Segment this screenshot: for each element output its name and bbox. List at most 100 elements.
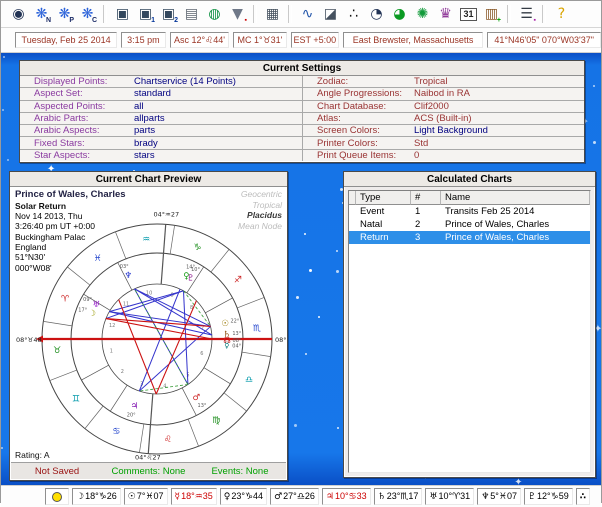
settings-row: Star Aspects:starsPrint Queue Items:0 bbox=[20, 150, 584, 161]
svg-text:♉: ♉ bbox=[53, 346, 61, 356]
setting-label: Star Aspects: bbox=[20, 150, 134, 161]
wheel-composite-icon[interactable]: ❋C bbox=[76, 4, 99, 25]
settings-row: Fixed Stars:bradyPrinter Colors:Std bbox=[20, 137, 584, 149]
chart-info-lines: Nov 14 2013, Thu3:26:40 pm UT +0:00Bucki… bbox=[15, 211, 126, 273]
settings-row: Aspected Points:allChart Database:Clif20… bbox=[20, 101, 584, 113]
setting-value[interactable]: parts bbox=[134, 125, 302, 136]
svg-text:♇: ♇ bbox=[187, 274, 195, 284]
setting-value[interactable]: standard bbox=[134, 88, 302, 99]
setting-value[interactable]: Clif2000 bbox=[414, 101, 584, 112]
svg-text:10°: 10° bbox=[191, 267, 200, 273]
view-screen-icon[interactable]: ▣ bbox=[111, 4, 134, 25]
setting-value[interactable]: all bbox=[134, 101, 302, 112]
calendar-icon[interactable]: 31 bbox=[457, 4, 480, 25]
nodes-icon[interactable]: ∴ bbox=[342, 4, 365, 25]
wheel-natal-icon[interactable]: ❋N bbox=[30, 4, 53, 25]
planet-glyph: ♇ bbox=[528, 492, 536, 502]
setting-value[interactable]: ACS (Built-in) bbox=[414, 113, 584, 124]
position-cell: ♀23°♑44 bbox=[220, 488, 267, 505]
setting-value[interactable]: brady bbox=[134, 138, 302, 149]
svg-text:☊: ☊ bbox=[223, 336, 231, 346]
status-location: East Brewster, Massachusetts bbox=[343, 32, 484, 48]
wizard-icon: ♛ bbox=[439, 6, 452, 22]
saved-status: Not Saved bbox=[11, 466, 103, 477]
setting-value[interactable]: 0 bbox=[414, 150, 584, 161]
wheel-progressed-icon[interactable]: ❋P bbox=[53, 4, 76, 25]
position-text: 5°♓07 bbox=[490, 491, 517, 502]
setting-value[interactable]: stars bbox=[134, 150, 302, 161]
preview-panel-title: Current Chart Preview bbox=[10, 172, 287, 187]
setting-label: Printer Colors: bbox=[302, 137, 414, 148]
screen-1-icon[interactable]: ▣1 bbox=[134, 4, 157, 25]
basket-add-icon[interactable]: ▥+ bbox=[480, 4, 503, 25]
planet-glyph: ♅ bbox=[429, 492, 437, 502]
svg-text:♊: ♊ bbox=[72, 394, 80, 404]
setting-value[interactable]: Tropical bbox=[414, 76, 584, 87]
planet-glyph: ♂ bbox=[274, 492, 282, 502]
svg-text:12: 12 bbox=[109, 323, 115, 329]
chart-list-row[interactable]: Event1Transits Feb 25 2014 bbox=[349, 205, 590, 218]
search-time-icon[interactable]: ◔ bbox=[365, 4, 388, 25]
status-midheaven: MC 1°♉31' bbox=[233, 32, 286, 48]
screen-2-icon[interactable]: ▣2 bbox=[157, 4, 180, 25]
wizard-icon[interactable]: ♛ bbox=[434, 4, 457, 25]
electional-clock-icon: ◕ bbox=[393, 6, 405, 22]
electional-clock-icon[interactable]: ◕ bbox=[388, 4, 411, 25]
chart-list-row[interactable]: Return3Prince of Wales, Charles bbox=[349, 231, 590, 244]
help-icon[interactable]: ? bbox=[550, 4, 573, 25]
status-time: 3:15 pm bbox=[121, 32, 165, 48]
column-header-type[interactable]: Type bbox=[356, 191, 411, 205]
setting-value[interactable]: Light Background bbox=[414, 125, 584, 136]
chart-preview-panel: Current Chart Preview Prince of Wales, C… bbox=[9, 171, 288, 481]
chart-info-line: 51°N30' bbox=[15, 252, 126, 262]
list-options-icon[interactable]: ☰▪ bbox=[515, 4, 538, 25]
setting-value[interactable]: Std bbox=[414, 138, 584, 149]
find-chart-icon[interactable]: ◉ bbox=[7, 4, 30, 25]
globe-icon[interactable]: ◍ bbox=[203, 4, 226, 25]
planet-glyph: ♄ bbox=[378, 492, 386, 502]
comments-status[interactable]: Comments: None bbox=[103, 466, 194, 477]
calculated-charts-title: Calculated Charts bbox=[344, 172, 595, 187]
chart-type-cell: Natal bbox=[356, 219, 411, 230]
current-settings-panel: Current Settings Displayed Points:Charts… bbox=[19, 60, 585, 163]
column-gutter[interactable] bbox=[349, 191, 356, 205]
printer-icon[interactable]: ▤ bbox=[180, 4, 203, 25]
chart-name: Prince of Wales, Charles bbox=[15, 189, 126, 201]
position-cell: ♂27°♎26 bbox=[270, 488, 319, 505]
list-rows: Event1Transits Feb 25 2014Natal2Prince o… bbox=[349, 205, 590, 244]
chart-system-labels: GeocentricTropicalPlacidusMean Node bbox=[238, 189, 282, 232]
setting-value[interactable]: allparts bbox=[134, 113, 302, 124]
toolbar-separator bbox=[253, 5, 257, 23]
setting-label: Aspected Points: bbox=[20, 101, 134, 112]
table-icon[interactable]: ▦ bbox=[261, 4, 284, 25]
settings-panel-title: Current Settings bbox=[20, 61, 584, 76]
chart-type: Solar Return bbox=[15, 201, 126, 211]
position-cell: ♅10°♈31 bbox=[425, 488, 474, 505]
setting-value[interactable]: Chartservice (14 Points) bbox=[134, 76, 302, 87]
svg-text:08°♉48: 08°♉48 bbox=[16, 336, 42, 344]
setting-value[interactable]: Naibod in RA bbox=[414, 88, 584, 99]
color-wheel-icon: ✺ bbox=[417, 6, 429, 22]
position-text: 23°♑44 bbox=[231, 491, 263, 502]
column-header-name[interactable]: Name bbox=[441, 191, 590, 205]
filter-icon[interactable]: ▼▪ bbox=[226, 4, 249, 25]
calculated-charts-list[interactable]: Type#Name Event1Transits Feb 25 2014Nata… bbox=[348, 190, 591, 473]
planet-glyph: ♆ bbox=[481, 492, 489, 502]
line-graph-icon[interactable]: ◪ bbox=[319, 4, 342, 25]
chart-list-row[interactable]: Natal2Prince of Wales, Charles bbox=[349, 218, 590, 231]
calculated-charts-panel: Calculated Charts Type#Name Event1Transi… bbox=[343, 171, 596, 478]
chart-rating: Rating: A bbox=[15, 450, 50, 460]
chart-name-cell: Prince of Wales, Charles bbox=[441, 232, 590, 243]
toolbar-separator bbox=[507, 5, 511, 23]
list-header: Type#Name bbox=[349, 191, 590, 205]
chart-preview-statusbar: Not Saved Comments: None Events: None bbox=[11, 462, 286, 479]
svg-text:13°: 13° bbox=[198, 403, 207, 409]
time-graph-icon[interactable]: ∿ bbox=[296, 4, 319, 25]
color-wheel-icon[interactable]: ✺ bbox=[411, 4, 434, 25]
column-header-#[interactable]: # bbox=[411, 191, 441, 205]
status-date: Tuesday, Feb 25 2014 bbox=[15, 32, 117, 48]
svg-text:08°♏48: 08°♏48 bbox=[275, 336, 286, 344]
setting-label: Screen Colors: bbox=[302, 125, 414, 136]
chart-name-cell: Transits Feb 25 2014 bbox=[441, 206, 590, 217]
events-status[interactable]: Events: None bbox=[194, 466, 286, 477]
